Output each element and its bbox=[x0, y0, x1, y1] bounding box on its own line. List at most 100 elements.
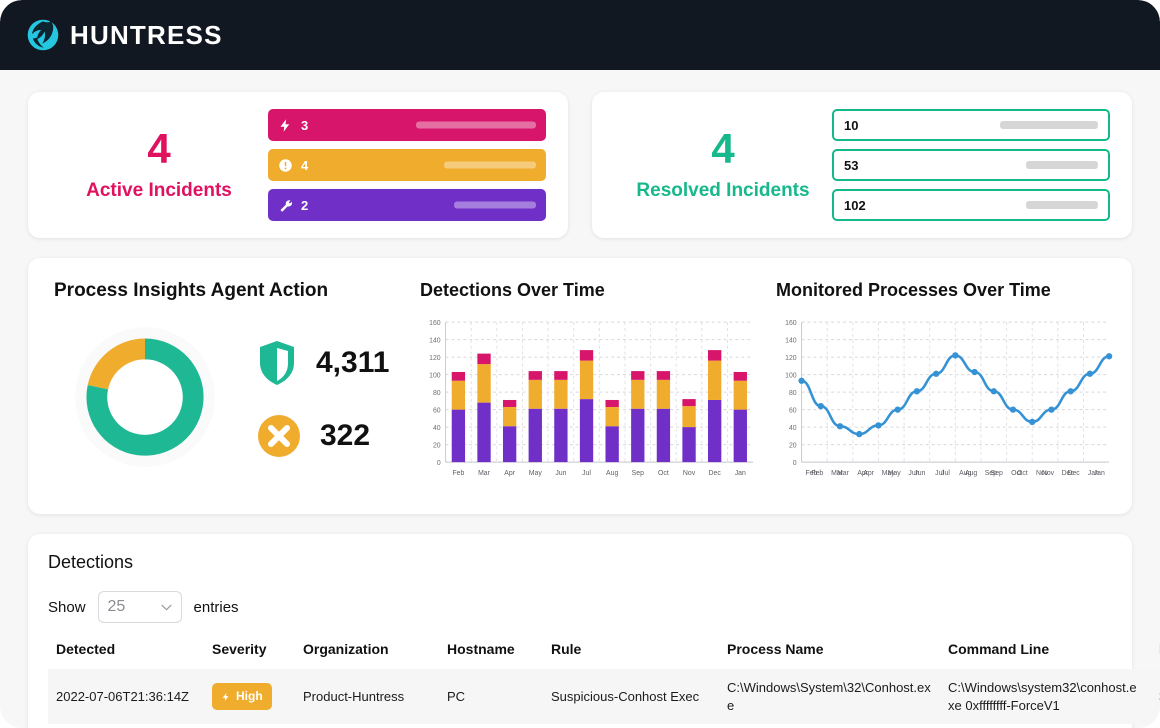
cell-hostname: PC bbox=[447, 688, 466, 704]
svg-text:Apr: Apr bbox=[863, 470, 874, 477]
cell-incident: 4125 bbox=[1151, 724, 1160, 728]
svg-text:Feb: Feb bbox=[811, 470, 823, 477]
donut-svg bbox=[75, 327, 215, 467]
svg-text:Feb: Feb bbox=[452, 470, 464, 477]
severity-bar-critical-track bbox=[416, 121, 536, 129]
active-incidents-count: 4 bbox=[147, 125, 171, 172]
table-row[interactable]: 2022-07-06T21:36:14Z High Product-Huntre… bbox=[48, 724, 1160, 728]
monitored-plot[interactable]: 0 20 40 60 80 100 120 140 160 Feb Feb Mar Mar Apr Apr M… bbox=[772, 309, 1117, 494]
wrench-icon bbox=[280, 199, 293, 212]
resolved-bar-3[interactable]: 102 bbox=[832, 189, 1110, 221]
chevron-down-icon bbox=[161, 604, 172, 611]
agent-action-donut[interactable] bbox=[50, 314, 240, 484]
detections-table-title: Detections bbox=[48, 552, 134, 572]
blocked-stat: 322 bbox=[256, 413, 389, 459]
svg-text:100: 100 bbox=[429, 373, 441, 380]
column-header-organization[interactable]: Organization bbox=[295, 631, 439, 669]
svg-text:160: 160 bbox=[785, 320, 797, 327]
cell-organization: Product-Huntress bbox=[295, 724, 439, 728]
svg-text:Dec: Dec bbox=[709, 470, 722, 477]
brand-logo[interactable]: HUNTRESS bbox=[26, 18, 223, 52]
resolved-bar-2[interactable]: 53 bbox=[832, 149, 1110, 181]
circle-x-icon bbox=[258, 415, 300, 457]
svg-text:May: May bbox=[529, 470, 543, 477]
severity-bar-critical-value: 3 bbox=[301, 117, 309, 133]
column-header-hostname[interactable]: Hostname bbox=[439, 631, 543, 669]
cell-rule: Suspicious-Conhost Exec bbox=[551, 688, 700, 704]
svg-text:Aug: Aug bbox=[606, 470, 618, 477]
cell-severity: High bbox=[204, 669, 295, 724]
svg-text:100: 100 bbox=[785, 373, 797, 380]
severity-bar-low[interactable]: 2 bbox=[268, 189, 546, 221]
page-size-select[interactable]: 25 bbox=[97, 591, 182, 623]
entries-label: entries bbox=[193, 598, 239, 616]
agent-action-stats: 4,311 322 bbox=[256, 339, 389, 459]
severity-bar-high-value: 4 bbox=[301, 157, 309, 173]
cell-severity: High bbox=[204, 724, 295, 728]
svg-text:Nov: Nov bbox=[1042, 470, 1055, 477]
brand-name: HUNTRESS bbox=[70, 19, 223, 50]
resolved-bar-2-track bbox=[1026, 161, 1098, 169]
active-incidents-bars: 3 4 2 bbox=[268, 109, 546, 221]
svg-text:Jul: Jul bbox=[941, 470, 950, 477]
svg-text:May: May bbox=[888, 470, 902, 477]
table-row[interactable]: 2022-07-06T21:36:14Z High Product-Huntre… bbox=[48, 669, 1160, 725]
column-header-command-line[interactable]: Command Line bbox=[940, 631, 1151, 669]
resolved-incidents-card: 4 Resolved Incidents 10 53 102 bbox=[592, 92, 1132, 238]
detections-chart-title: Detections Over Time bbox=[420, 280, 605, 300]
detections-over-time-chart: Detections Over Time 0 20 40 60 80 100 120 140 1… bbox=[416, 276, 766, 494]
column-header-process-name[interactable]: Process Name bbox=[719, 631, 940, 669]
svg-text:160: 160 bbox=[429, 320, 441, 327]
monitored-processes-chart: Monitored Processes Over Time 0 20 40 60 80 1… bbox=[772, 276, 1117, 494]
table-body: 2022-07-06T21:36:14Z High Product-Huntre… bbox=[48, 669, 1160, 728]
dashboard-root: HUNTRESS 4 Active Incidents 3 4 2 4 Reso… bbox=[0, 0, 1160, 728]
column-header-severity[interactable]: Severity bbox=[204, 631, 295, 669]
detections-bar-svg: 0 20 40 60 80 100 120 140 160 Feb Mar Apr May Jun Jul A… bbox=[429, 320, 754, 477]
svg-text:20: 20 bbox=[433, 443, 441, 450]
severity-bar-low-track bbox=[454, 201, 536, 209]
svg-text:Sep: Sep bbox=[991, 470, 1003, 477]
allowed-count: 4,311 bbox=[316, 346, 390, 379]
svg-text:Nov: Nov bbox=[683, 470, 696, 477]
monitored-chart-title: Monitored Processes Over Time bbox=[776, 280, 1051, 300]
cell-rule: Suspicious-Conhost Exec bbox=[543, 724, 719, 728]
svg-text:120: 120 bbox=[429, 355, 441, 362]
cell-command-line: C:\Windows\system32\conhost.exe 0xffffff… bbox=[948, 680, 1137, 713]
huntress-logo-icon bbox=[27, 19, 59, 51]
charts-panel: Process Insights Agent Action 4,311 322 … bbox=[28, 258, 1132, 514]
column-header-detected[interactable]: Detected bbox=[48, 631, 204, 669]
resolved-incidents-label: Resolved Incidents bbox=[636, 180, 810, 201]
cell-detected: 2022-07-06T21:36:14Z bbox=[48, 724, 204, 728]
cell-organization: Product-Huntress bbox=[303, 688, 405, 704]
column-header-rule[interactable]: Rule bbox=[543, 631, 719, 669]
shield-icon bbox=[260, 341, 294, 385]
lightning-bolt-icon bbox=[222, 692, 229, 701]
svg-text:Jul: Jul bbox=[582, 470, 591, 477]
column-header-incident[interactable]: Incident bbox=[1151, 631, 1160, 669]
svg-text:Aug: Aug bbox=[965, 470, 977, 477]
svg-text:Apr: Apr bbox=[504, 470, 515, 477]
cell-command-line: C:\Windows\system32\conhost.exe 0xffffff… bbox=[940, 724, 1151, 728]
svg-text:Mar: Mar bbox=[837, 470, 850, 477]
cell-incident: 3874 bbox=[1151, 669, 1160, 724]
cell-process-name: C:\Windows\System\32\Conhost.exe bbox=[719, 724, 940, 728]
svg-text:Sep: Sep bbox=[632, 470, 644, 477]
svg-text:Oct: Oct bbox=[658, 470, 669, 477]
cell-process-name: C:\Windows\System\32\Conhost.exe bbox=[727, 680, 931, 713]
exclamation-circle-icon bbox=[279, 158, 292, 172]
process-insights-title: Process Insights Agent Action bbox=[54, 280, 329, 301]
severity-bar-critical[interactable]: 3 bbox=[268, 109, 546, 141]
cell-hostname: Desktop bbox=[439, 724, 543, 728]
top-navigation-bar: HUNTRESS bbox=[0, 0, 1160, 70]
detections-plot[interactable]: 0 20 40 60 80 100 120 140 160 Feb Mar Apr May Jun Jul A… bbox=[416, 309, 766, 494]
resolved-incidents-bars: 10 53 102 bbox=[832, 109, 1110, 221]
blocked-count: 322 bbox=[320, 419, 371, 452]
severity-bar-low-value: 2 bbox=[301, 197, 309, 213]
resolved-bar-1[interactable]: 10 bbox=[832, 109, 1110, 141]
severity-bar-high[interactable]: 4 bbox=[268, 149, 546, 181]
page-size-control: Show 25 entries bbox=[48, 591, 1112, 623]
svg-text:Jun: Jun bbox=[555, 470, 566, 477]
resolved-incidents-summary: 4 Resolved Incidents bbox=[614, 128, 832, 202]
show-label: Show bbox=[48, 598, 86, 616]
table-header: Detected Severity Organization Hostname … bbox=[48, 631, 1160, 669]
